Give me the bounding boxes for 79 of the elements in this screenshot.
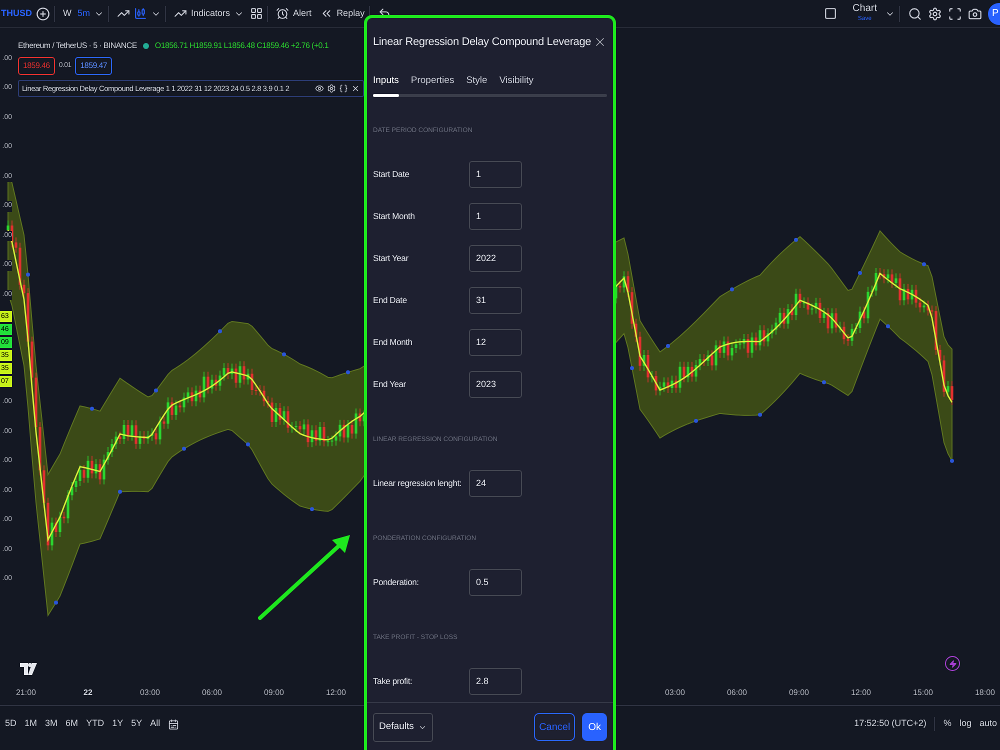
range-button[interactable]: 6M [66,717,78,731]
time-label: 15:00 [912,687,934,699]
field-label: Start Date [373,168,410,181]
logo-icon [20,663,38,675]
input-field[interactable]: 31 [469,286,522,314]
scale-toggle[interactable]: auto [979,717,997,731]
camera-icon[interactable] [968,6,982,20]
lightning-badge[interactable] [945,656,960,671]
time-label: 09:00 [788,687,810,699]
eye-icon[interactable] [315,84,324,94]
close-icon[interactable] [593,35,607,49]
symbol-label[interactable]: THUSD [1,6,32,20]
sell-price[interactable]: 1859.46 [18,57,55,75]
square-icon[interactable] [824,7,837,20]
braces-icon[interactable] [339,84,348,94]
field-label: Start Month [373,210,416,223]
time-label: 21:00 [14,687,38,699]
input-field[interactable]: 2023 [469,370,522,398]
interval-button[interactable]: 5m [78,6,90,20]
interval-prefix[interactable]: W [63,6,72,20]
buy-price[interactable]: 1859.47 [75,57,112,75]
range-button[interactable]: All [150,717,160,731]
close-icon[interactable] [351,84,360,94]
scale-toggle[interactable]: log [959,717,972,731]
range-button[interactable]: 5Y [131,717,142,731]
field-label: Take profit: [373,674,414,688]
range-button[interactable]: 1M [24,717,38,731]
indicators-button[interactable]: Indicators [174,6,230,20]
caret-icon [418,723,427,732]
input-field[interactable]: 2.8 [469,668,522,695]
time-label: 06:00 [726,687,748,699]
input-field[interactable]: 24 [469,470,522,497]
candles-icon[interactable] [134,7,148,20]
search-icon[interactable] [908,6,922,20]
scale-toggle[interactable]: % [943,717,952,731]
time-label: 22 [82,687,94,699]
alarm-clock-icon [276,7,290,20]
range-button[interactable]: YTD [86,717,104,731]
time-label: 12:00 [850,687,872,699]
dialog-tab[interactable]: Style [466,74,488,88]
settings-icon[interactable] [928,6,942,20]
time-label: 03:00 [664,687,686,699]
range-button[interactable]: 1Y [112,717,124,731]
avatar[interactable]: P [988,2,1000,24]
time-label: 03:00 [138,687,162,699]
layout-grid-icon[interactable] [250,7,264,20]
time-label: 18:00 [974,687,996,699]
ok-button[interactable]: Ok [582,713,607,741]
field-label: Linear regression lenght: [373,476,463,490]
time-label: 06:00 [200,687,224,699]
field-label: End Year [373,378,407,391]
field-label: Ponderation: [373,576,420,589]
input-field[interactable]: 2022 [469,244,522,272]
field-label: End Date [373,294,408,307]
ohlc-values: O1856.71 H1859.91 L1856.48 C1859.46 +2.76 (+0.1 [154,40,329,52]
input-field[interactable]: 12 [469,328,522,356]
field-label: End Month [373,336,414,349]
defaults-dropdown[interactable]: Defaults [373,713,433,742]
lightning-icon [948,660,956,668]
dialog-tab[interactable]: Properties [410,74,454,88]
add-symbol-icon[interactable] [36,6,50,20]
replay-button[interactable]: Replay [320,6,365,20]
field-label: Start Year [373,252,410,265]
fullscreen-icon[interactable] [948,6,962,20]
range-button[interactable]: 5D [5,717,17,731]
input-field[interactable]: 1 [469,160,522,188]
time-label: 12:00 [324,687,348,699]
time-label: 09:00 [262,687,286,699]
settings-icon[interactable] [327,84,336,94]
clock-label: 17:52:50 (UTC+2) [854,717,926,730]
input-field[interactable]: 0.5 [469,568,522,596]
dialog-tab[interactable]: Inputs [373,74,399,88]
dialog-tab[interactable]: Visibility [499,74,534,88]
symbol-title: Ethereum / TetherUS · 5 · BINANCE [18,40,137,52]
alert-button[interactable]: Alert [276,6,312,20]
input-field[interactable]: 1 [469,202,522,230]
calendar-icon[interactable] [168,718,180,730]
dialog-title: Linear Regression Delay Compound Leverage [373,34,592,50]
range-button[interactable]: 3M [45,717,58,731]
